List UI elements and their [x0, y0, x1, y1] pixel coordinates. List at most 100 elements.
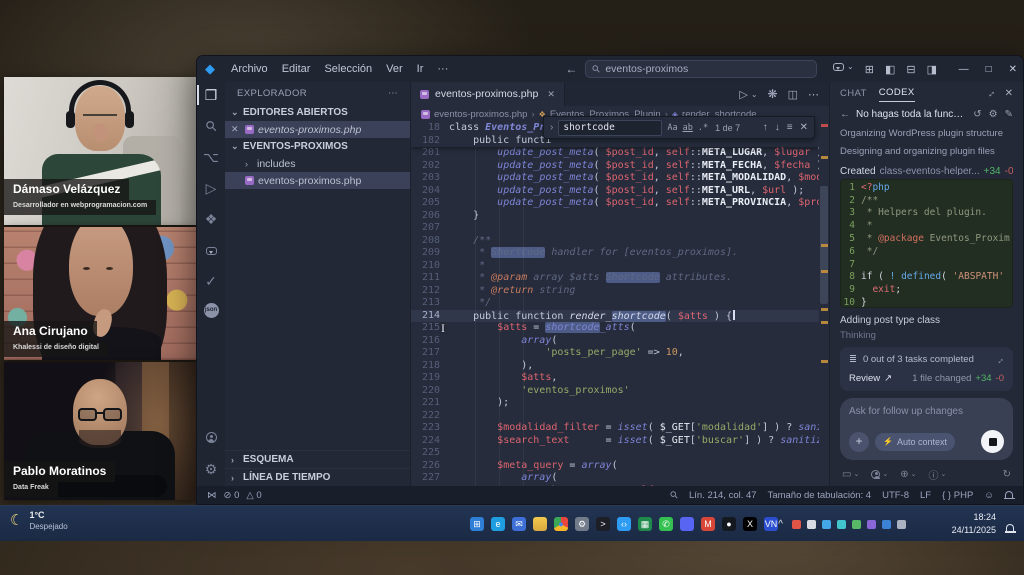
find-next-icon[interactable]: ↓	[775, 122, 780, 133]
taskbar-app-explorer-icon[interactable]	[533, 517, 547, 531]
taskbar-app-discord-icon[interactable]	[680, 517, 694, 531]
code-line[interactable]: 226 $meta_query = array(	[411, 460, 819, 473]
errors-indicator[interactable]: ⊘ 0	[224, 490, 240, 501]
taskbar-app-chrome-icon[interactable]: ●	[554, 517, 568, 531]
menu-editar[interactable]: Editar	[282, 63, 311, 75]
thread-title[interactable]: No hagas toda la funcionali...	[856, 109, 964, 120]
tray-tray-8-icon[interactable]	[897, 520, 906, 529]
code-line[interactable]: 227 array(	[411, 472, 819, 485]
review-link[interactable]: Review	[849, 373, 880, 384]
weather-widget[interactable]: ☾ 1°C Despejado	[10, 510, 68, 531]
run-chevron-icon[interactable]: ⌄	[751, 90, 758, 99]
tab-size-indicator[interactable]: Tamaño de tabulación: 4	[768, 490, 872, 501]
feedback-smiley-icon[interactable]: ☺	[984, 490, 994, 501]
taskbar-app-terminal-icon[interactable]: >	[596, 517, 610, 531]
settings-gear-icon[interactable]: ⚙	[989, 109, 998, 120]
code-line[interactable]: 218 ),	[411, 360, 819, 373]
split-editor-icon[interactable]: ◫	[788, 88, 798, 101]
code-line[interactable]: 7	[841, 259, 1012, 272]
code-line[interactable]: 214 public function render_shortcode( $a…	[411, 310, 819, 323]
section-open-editors[interactable]: ⌄ EDITORES ABIERTOS	[225, 104, 410, 121]
minimize-icon[interactable]: —	[959, 64, 969, 75]
code-line[interactable]: 211 * @param array $atts Shortcode attri…	[411, 272, 819, 285]
taskbar-app-settings-icon[interactable]: ⚙	[575, 517, 589, 531]
section-timeline[interactable]: › LÍNEA DE TIEMPO	[225, 468, 410, 486]
code-line[interactable]: 6 */	[841, 246, 1012, 259]
tray-tray-1-icon[interactable]	[792, 520, 801, 529]
copilot-chip[interactable]: ⌄	[833, 62, 854, 71]
close-icon[interactable]: ✕	[1009, 64, 1017, 75]
tab-eventos-proximos[interactable]: eventos-proximos.php ✕	[411, 82, 565, 106]
code-lines[interactable]: 201 update_post_meta( $post_id, self::ME…	[411, 147, 819, 486]
expand-tasks-icon[interactable]: ↔	[993, 353, 1006, 366]
remote-indicator-icon[interactable]: ⋈	[207, 490, 217, 501]
code-line[interactable]: 3 * Helpers del plugin.	[841, 207, 1012, 220]
find-in-selection-icon[interactable]: ≡	[787, 122, 793, 133]
search-input[interactable]	[605, 63, 809, 75]
tray-tray-3-icon[interactable]	[822, 520, 831, 529]
code-line[interactable]: 222	[411, 410, 819, 423]
restore-icon[interactable]: □	[986, 64, 992, 75]
followup-input-placeholder[interactable]: Ask for follow up changes	[849, 406, 1004, 417]
taskbar-app-edge-icon[interactable]: e	[491, 517, 505, 531]
more-actions-icon[interactable]: ⋯	[808, 88, 819, 101]
close-panel-icon[interactable]: ✕	[1005, 88, 1013, 99]
codex-icon[interactable]: ❋	[768, 87, 778, 101]
taskbar-app-whatsapp-icon[interactable]: ✆	[659, 517, 673, 531]
close-icon[interactable]: ✕	[231, 124, 241, 135]
code-line[interactable]: 1<?php	[841, 182, 1012, 195]
created-file-row[interactable]: Created class-eventos-helper... +34 -0 ●	[840, 166, 1013, 175]
tray-tray-6-icon[interactable]	[867, 520, 876, 529]
notification-center[interactable]	[1006, 519, 1014, 537]
find-input-box[interactable]	[558, 120, 662, 136]
tab-chat[interactable]: CHAT	[840, 85, 867, 102]
code-line[interactable]: 225	[411, 447, 819, 460]
toggle-sidebar-icon[interactable]: ◧	[885, 63, 895, 76]
menu-ver[interactable]: Ver	[386, 63, 403, 75]
code-line[interactable]: 205 update_post_meta( $post_id, self::ME…	[411, 197, 819, 210]
extensions-icon[interactable]: ❖	[197, 210, 225, 228]
find-previous-icon[interactable]: ↑	[763, 122, 768, 133]
menu-seleccion[interactable]: Selección	[324, 63, 372, 75]
code-line[interactable]: 203 update_post_meta( $post_id, self::ME…	[411, 172, 819, 185]
taskbar-app-mail-icon[interactable]: ✉	[512, 517, 526, 531]
model-selector[interactable]: ⓘ⌄	[928, 467, 946, 482]
environment-selector[interactable]: ▭⌄	[842, 469, 859, 480]
breadcrumb-file[interactable]: eventos-proximos.php	[434, 109, 527, 120]
file-eventos-proximos[interactable]: eventos-proximos.php	[225, 172, 410, 189]
code-line[interactable]: 223 $modalidad_filter = isset( $_GET['mo…	[411, 422, 819, 435]
run-button-icon[interactable]: ▷	[739, 88, 747, 101]
back-icon[interactable]: ←	[840, 109, 850, 120]
folder-includes[interactable]: › includes	[225, 155, 410, 172]
code-line[interactable]: 208 /**	[411, 235, 819, 248]
code-line[interactable]: 2/**	[841, 195, 1012, 208]
language-mode[interactable]: { } PHP	[942, 490, 973, 501]
taskbar-app-vn-icon[interactable]: VN	[764, 517, 778, 531]
diff-code-block[interactable]: 1<?php2/**3 * Helpers del plugin.4 *5 * …	[840, 179, 1013, 308]
close-find-icon[interactable]: ✕	[800, 122, 808, 133]
section-project[interactable]: ⌄ EVENTOS-PROXIMOS	[225, 138, 410, 155]
eol-indicator[interactable]: LF	[920, 490, 931, 501]
taskbar-app-excel-icon[interactable]: ▦	[638, 517, 652, 531]
code-line[interactable]: 210 *	[411, 260, 819, 273]
whole-word-icon[interactable]: ab	[683, 123, 693, 133]
editor-scrollbar[interactable]	[819, 122, 829, 486]
code-line[interactable]: 224 $search_text = isset( $_GET['buscar'…	[411, 435, 819, 448]
settings-gear-icon[interactable]: ⚙	[197, 460, 225, 478]
warnings-indicator[interactable]: △ 0	[246, 490, 261, 501]
cursor-position[interactable]: Lín. 214, col. 47	[689, 490, 757, 501]
tasks-card[interactable]: ≣ 0 out of 3 tasks completed ↔ Review ↗ …	[840, 347, 1013, 391]
search-icon[interactable]: ⚲	[197, 117, 225, 135]
taskbar-app-start-icon[interactable]: ⊞	[470, 517, 484, 531]
open-editor-item[interactable]: ✕ eventos-proximos.php	[225, 121, 410, 138]
code-line[interactable]: 217 'posts_per_page' => 10,	[411, 347, 819, 360]
code-line[interactable]: 10}	[841, 297, 1012, 308]
code-line[interactable]: 219 $atts,	[411, 372, 819, 385]
tray-tray-2-icon[interactable]	[807, 520, 816, 529]
refresh-icon[interactable]: ↻	[1003, 469, 1011, 480]
menu-ir[interactable]: Ir	[417, 63, 424, 75]
code-area[interactable]: 18class Eventos_Pro182 public functi 201…	[411, 122, 829, 486]
agent-selector[interactable]: ⌄	[871, 470, 888, 479]
attach-plus-button[interactable]: +	[849, 432, 869, 452]
code-line[interactable]: 213 */	[411, 297, 819, 310]
